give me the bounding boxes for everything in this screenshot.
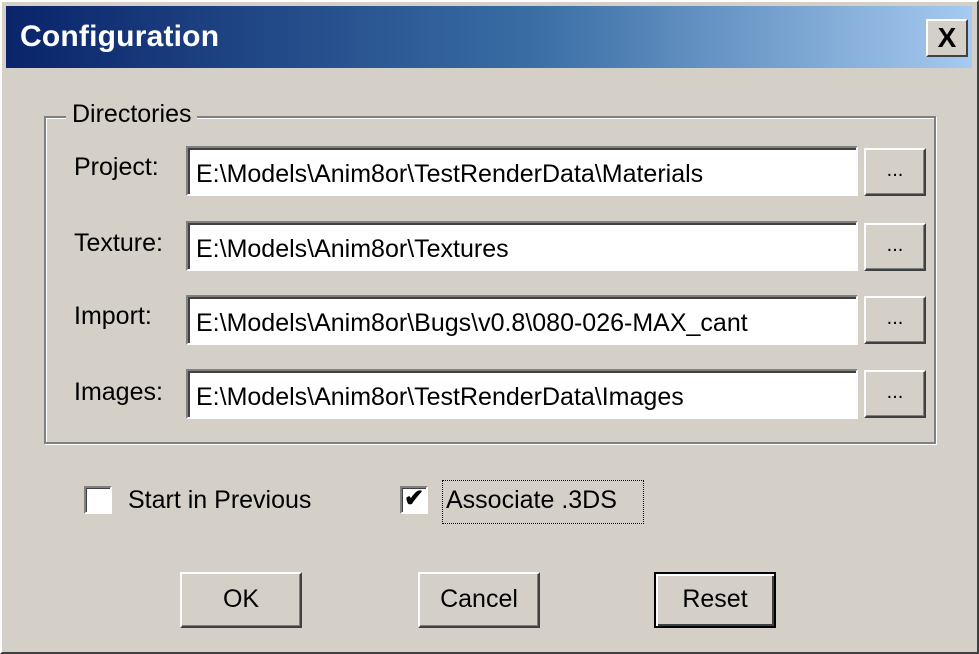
start-in-previous-checkbox[interactable] bbox=[84, 486, 112, 514]
title-bar[interactable]: Configuration X bbox=[6, 6, 972, 68]
ok-button[interactable]: OK bbox=[180, 572, 302, 628]
import-browse-button[interactable]: ... bbox=[864, 296, 926, 344]
associate-3ds-label[interactable]: Associate .3DS bbox=[446, 486, 617, 515]
close-icon: X bbox=[937, 22, 957, 53]
reset-button[interactable]: Reset bbox=[654, 572, 776, 628]
cancel-button[interactable]: Cancel bbox=[418, 572, 540, 628]
project-label: Project: bbox=[74, 153, 159, 181]
texture-path-input[interactable] bbox=[186, 221, 858, 271]
start-in-previous-label[interactable]: Start in Previous bbox=[128, 486, 311, 515]
checkmark-icon: ✔ bbox=[403, 485, 425, 512]
associate-3ds-checkbox[interactable]: ✔ bbox=[400, 486, 428, 514]
project-path-input[interactable] bbox=[186, 146, 858, 196]
texture-browse-button[interactable]: ... bbox=[864, 223, 926, 271]
project-browse-button[interactable]: ... bbox=[864, 148, 926, 196]
images-path-input[interactable] bbox=[186, 369, 858, 419]
images-label: Images: bbox=[74, 378, 163, 406]
dialog-title: Configuration bbox=[20, 20, 220, 53]
images-browse-button[interactable]: ... bbox=[864, 370, 926, 418]
close-button[interactable]: X bbox=[926, 19, 968, 57]
import-path-input[interactable] bbox=[186, 295, 858, 345]
directories-group-label: Directories bbox=[66, 100, 198, 129]
texture-label: Texture: bbox=[74, 229, 163, 257]
import-label: Import: bbox=[74, 302, 152, 330]
